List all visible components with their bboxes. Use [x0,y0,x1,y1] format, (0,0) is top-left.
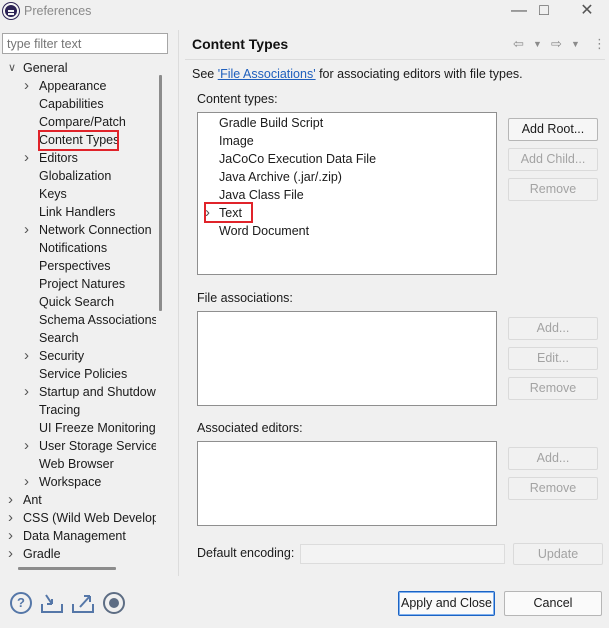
import-icon[interactable] [40,592,63,614]
eclipse-app-icon [3,3,19,19]
close-icon[interactable]: ✕ [564,0,609,24]
panel-divider[interactable] [178,30,179,576]
tree-item-label: Appearance [39,79,107,93]
content-type-item[interactable]: Java Archive (.jar/.zip) [219,168,342,186]
tree-item-label: Startup and Shutdow [39,385,156,399]
update-button[interactable]: Update [513,543,603,565]
back-icon[interactable]: ⇦ [513,36,524,52]
view-menu-icon[interactable]: ⋮ [593,36,606,52]
tree-item-label: Notifications [39,241,108,255]
edit-file-association-button[interactable]: Edit... [508,347,598,370]
record-icon[interactable] [103,592,125,614]
description-suffix: for associating editors with file types. [315,67,523,81]
collapsed-chevron-icon[interactable]: › [8,527,18,545]
tree-horizontal-scrollbar[interactable] [18,567,116,570]
title-separator [185,59,605,60]
page-title: Content Types [192,36,289,52]
tree-item-label: CSS (Wild Web Develop [23,511,156,525]
page-description: See 'File Associations' for associating … [192,67,523,81]
forward-menu-chevron-icon[interactable]: ▼ [571,39,580,49]
cancel-button[interactable]: Cancel [504,591,602,616]
content-type-label: JaCoCo Execution Data File [219,152,377,166]
tree-item-label: Quick Search [39,295,115,309]
content-type-label: Gradle Build Script [219,116,324,130]
content-types-list[interactable]: Gradle Build Script Image JaCoCo Execution… [197,112,497,275]
tree-item-label: Ant [23,493,42,507]
remove-content-type-button[interactable]: Remove [508,178,598,201]
maximize-icon[interactable]: □ [521,0,567,24]
apply-and-close-button[interactable]: Apply and Close [398,591,495,616]
tree-item-label: Link Handlers [39,205,116,219]
collapsed-chevron-icon[interactable]: › [24,221,34,239]
content-types-label: Content types: [197,92,278,106]
collapsed-chevron-icon[interactable]: › [24,347,34,365]
filter-input[interactable] [2,33,168,54]
tree-item-label: Security [39,349,85,363]
content-type-label: Word Document [219,224,310,238]
tree-item-label: Tracing [39,403,81,417]
remove-associated-editor-button[interactable]: Remove [508,477,598,500]
tree-item-label: Compare/Patch [39,115,126,129]
collapsed-chevron-icon[interactable]: › [24,149,34,167]
add-file-association-button[interactable]: Add... [508,317,598,340]
collapsed-chevron-icon[interactable]: › [8,509,18,527]
file-associations-list[interactable] [197,311,497,406]
tree-item-label: UI Freeze Monitoring [39,421,156,435]
content-type-label: Java Class File [219,188,304,202]
tree-item-label: Keys [39,187,67,201]
content-type-item[interactable]: Gradle Build Script [219,114,323,132]
tree-item-label: Schema Associations [39,313,156,327]
collapsed-chevron-icon[interactable]: › [24,437,34,455]
page-navigation: ⇦ ▼ ⇨ ▼ ⋮ [513,36,606,52]
add-associated-editor-button[interactable]: Add... [508,447,598,470]
content-type-label: Java Archive (.jar/.zip) [219,170,342,184]
window-title: Preferences [24,4,92,18]
tree-item-label: Search [39,331,79,345]
tree-item-label: Perspectives [39,259,111,273]
content-type-item[interactable]: Word Document [219,222,309,240]
collapsed-chevron-icon[interactable]: › [24,473,34,491]
tree-item-label: Globalization [39,169,112,183]
help-icon[interactable]: ? [10,592,32,614]
back-menu-chevron-icon[interactable]: ▼ [533,39,542,49]
tree-item-label: Editors [39,151,78,165]
title-bar: Preferences — □ ✕ [0,0,609,24]
content-type-item[interactable]: JaCoCo Execution Data File [219,150,376,168]
tree-item-label: User Storage Service [39,439,156,453]
content-type-item[interactable]: Image [219,132,254,150]
collapsed-chevron-icon[interactable]: › [8,491,18,509]
tree-item-label: Web Browser [39,457,114,471]
tree-item-label: Network Connection [39,223,152,237]
add-root-button[interactable]: Add Root... [508,118,598,141]
default-encoding-label: Default encoding: [197,546,295,560]
tree-item-label: Data Management [23,529,126,543]
default-encoding-field[interactable] [300,544,505,564]
associated-editors-list[interactable] [197,441,497,526]
expanded-chevron-icon[interactable]: ∨ [8,59,18,77]
tree-vertical-scrollbar[interactable] [159,75,162,311]
tree-item-label: Project Natures [39,277,126,291]
description-prefix: See [192,67,218,81]
tree-item-label: Capabilities [39,97,104,111]
associated-editors-label: Associated editors: [197,421,303,435]
content-type-label: Image [219,134,254,148]
forward-icon[interactable]: ⇨ [551,36,562,52]
file-associations-link[interactable]: 'File Associations' [218,67,316,81]
tree-item-label: Workspace [39,475,102,489]
file-associations-label: File associations: [197,291,293,305]
export-icon[interactable] [71,592,94,614]
collapsed-chevron-icon[interactable]: › [8,545,18,560]
text-highlight-box [204,202,253,223]
tree-item-label: Gradle [23,547,61,560]
add-child-button[interactable]: Add Child... [508,148,598,171]
collapsed-chevron-icon[interactable]: › [24,77,34,95]
content-types-highlight-box [38,130,119,151]
collapsed-chevron-icon[interactable]: › [24,383,34,401]
remove-file-association-button[interactable]: Remove [508,377,598,400]
tree-item-label: Service Policies [39,367,128,381]
tree-item-label: General [23,61,68,75]
